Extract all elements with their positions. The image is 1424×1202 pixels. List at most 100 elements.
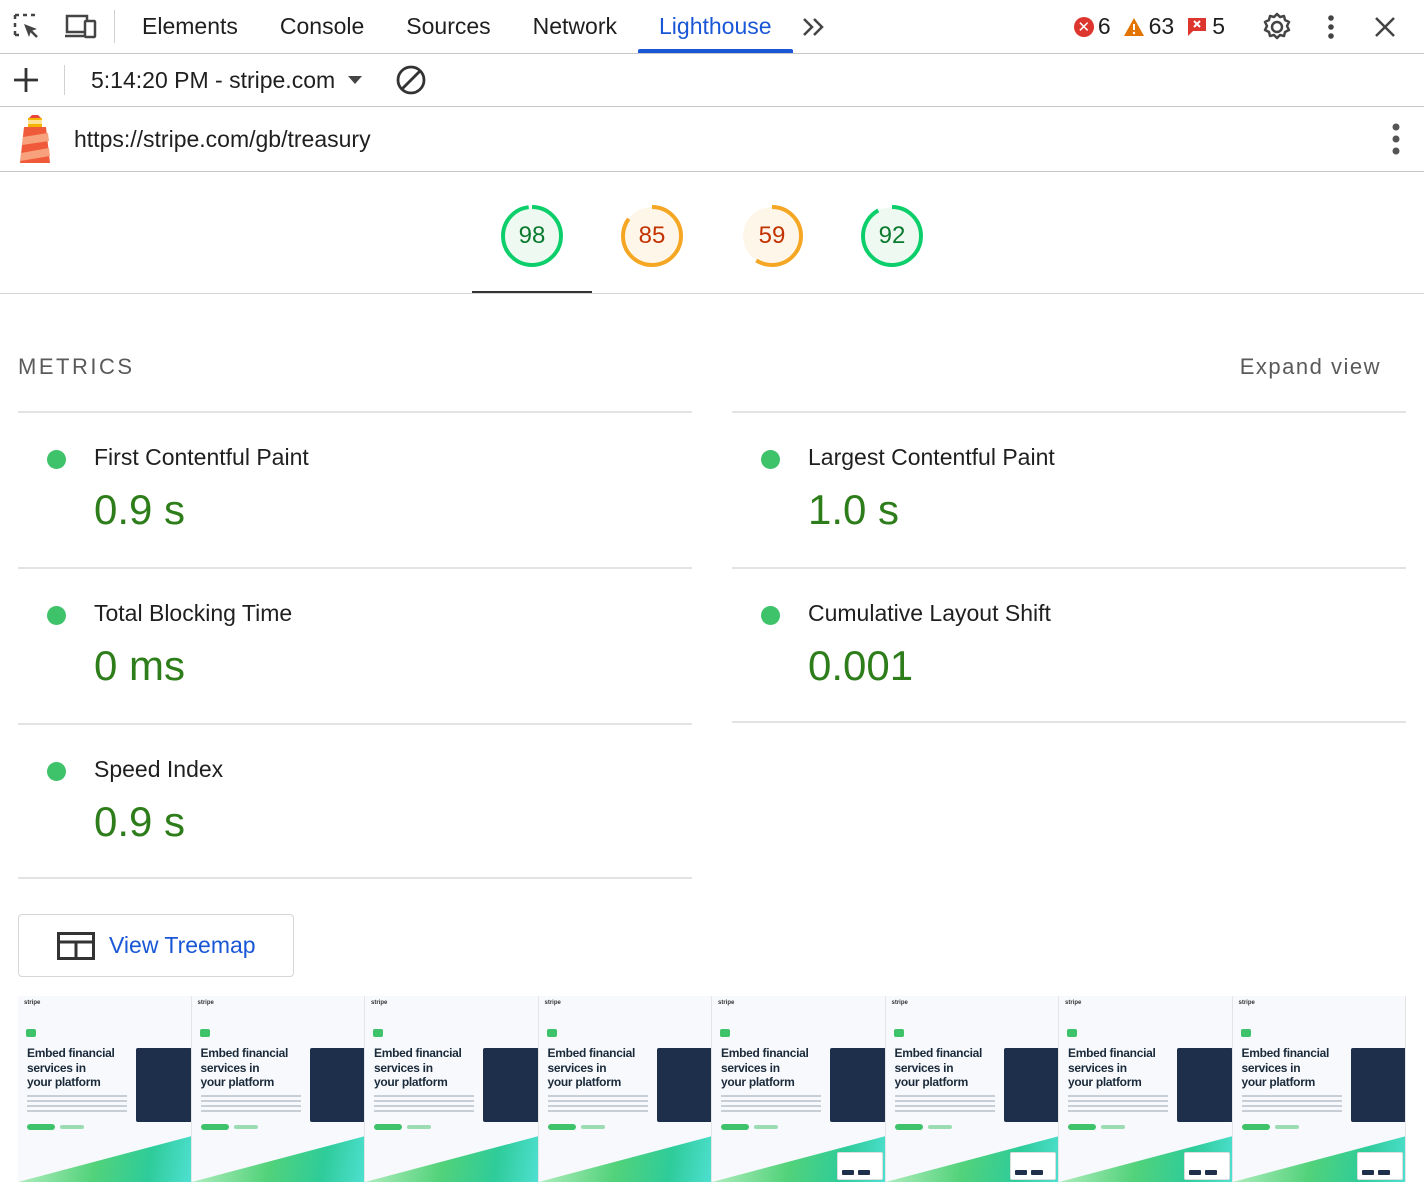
metric-largest-contentful-paint: Largest Contentful Paint 1.0 s <box>732 411 1406 567</box>
frame-link <box>754 1125 778 1129</box>
close-icon[interactable] <box>1358 0 1412 54</box>
inspect-element-icon[interactable] <box>0 0 54 54</box>
frame-nav: stripe <box>544 1000 561 1006</box>
tab-lighthouse[interactable]: Lighthouse <box>638 0 793 53</box>
frame-nav: stripe <box>1238 1000 1255 1006</box>
expand-view-toggle[interactable]: Expand view <box>1240 354 1381 380</box>
more-tabs-icon[interactable] <box>793 0 835 53</box>
frame-link <box>1101 1125 1125 1129</box>
tab-elements[interactable]: Elements <box>121 0 259 53</box>
frame-link <box>1274 1125 1299 1129</box>
frame-tag <box>893 1029 904 1037</box>
divider <box>732 721 1406 723</box>
pass-dot-icon <box>47 606 66 625</box>
frame-link <box>580 1125 605 1129</box>
frame-gradient <box>191 1136 365 1182</box>
metric-total-blocking-time: Total Blocking Time 0 ms <box>18 567 692 723</box>
gauge-score: 92 <box>878 222 906 249</box>
tab-console[interactable]: Console <box>259 0 385 53</box>
filmstrip-frame: stripe Embed financial services in your pla… <box>712 996 886 1182</box>
treemap-icon <box>57 931 95 960</box>
report-url-bar: https://stripe.com/gb/treasury <box>0 107 1424 172</box>
frame-headline: Embed financial services in your platform <box>1068 1046 1156 1089</box>
frame-paragraph <box>547 1095 648 1115</box>
lighthouse-toolbar: 5:14:20 PM - stripe.com <box>0 54 1424 107</box>
frame-button <box>374 1124 402 1130</box>
report-url: https://stripe.com/gb/treasury <box>74 125 371 152</box>
frame-code-panel <box>656 1048 712 1122</box>
frame-tag <box>373 1029 383 1037</box>
metric-label: Speed Index <box>94 756 224 782</box>
issues-badge[interactable]: 5 <box>1186 13 1225 40</box>
toolbar-divider <box>114 10 115 43</box>
clear-reports-icon[interactable] <box>393 62 429 98</box>
frame-paragraph <box>374 1095 474 1115</box>
warnings-badge[interactable]: 63 <box>1123 13 1174 40</box>
report-selector[interactable]: 5:14:20 PM - stripe.com <box>77 67 377 94</box>
frame-gradient <box>365 1136 538 1182</box>
report-menu-icon[interactable] <box>1368 107 1424 171</box>
report-selector-label: 5:14:20 PM - stripe.com <box>91 66 336 93</box>
frame-gradient <box>538 1136 712 1182</box>
frame-code-panel <box>1003 1048 1059 1122</box>
metric-label: First Contentful Paint <box>94 444 309 470</box>
devtools-tabbar: Elements Console Sources Network Lightho… <box>0 0 1424 54</box>
filmstrip-frame: stripe Embed financial services in your pla… <box>1232 996 1406 1182</box>
filmstrip-frame: stripe Embed financial services in your pla… <box>191 996 365 1182</box>
gauge-best-practices[interactable]: 59 <box>738 202 806 270</box>
frame-paragraph <box>200 1095 301 1115</box>
frame-gradient <box>18 1136 191 1182</box>
dropdown-caret-icon <box>348 76 363 84</box>
gauge-score: 59 <box>758 222 786 249</box>
metric-value: 0.001 <box>808 642 914 689</box>
frame-cookie-banner <box>836 1152 883 1180</box>
frame-link <box>927 1125 952 1129</box>
frame-link <box>233 1125 258 1129</box>
frame-tag <box>720 1029 730 1037</box>
frame-code-panel <box>309 1048 365 1122</box>
frame-button <box>894 1124 923 1130</box>
view-treemap-button[interactable]: View Treemap <box>18 914 294 977</box>
filmstrip-frame: stripe Embed financial services in your pla… <box>538 996 712 1182</box>
view-treemap-label: View Treemap <box>109 932 256 958</box>
metric-value: 0.9 s <box>94 798 186 845</box>
metrics-header: METRICS Expand view <box>18 354 1406 380</box>
metric-label: Largest Contentful Paint <box>808 444 1055 470</box>
metric-cumulative-layout-shift: Cumulative Layout Shift 0.001 <box>732 567 1406 723</box>
tab-sources[interactable]: Sources <box>385 0 511 53</box>
errors-count: 6 <box>1097 13 1111 39</box>
pass-dot-icon <box>47 762 66 781</box>
metric-first-contentful-paint: First Contentful Paint 0.9 s <box>18 411 692 567</box>
frame-headline: Embed financial services in your platform <box>27 1046 115 1089</box>
frame-code-panel <box>1177 1048 1232 1122</box>
frame-nav: stripe <box>24 1000 41 1006</box>
frame-code-panel <box>1350 1048 1406 1122</box>
warning-icon <box>1123 17 1144 36</box>
issues-count: 5 <box>1212 13 1225 39</box>
device-toolbar-icon[interactable] <box>54 0 108 54</box>
more-options-icon[interactable] <box>1304 0 1358 54</box>
errors-badge[interactable]: ✕ 6 <box>1073 13 1111 40</box>
frame-headline: Embed financial services in your platform <box>200 1046 289 1089</box>
frame-tag <box>1240 1029 1251 1037</box>
pass-dot-icon <box>761 450 780 469</box>
tab-network[interactable]: Network <box>512 0 638 53</box>
issue-flag-icon <box>1188 17 1207 36</box>
frame-button <box>721 1124 749 1130</box>
frame-tag <box>546 1029 557 1037</box>
frame-button <box>1241 1124 1270 1130</box>
frame-cookie-banner <box>1357 1152 1403 1180</box>
error-icon: ✕ <box>1073 16 1094 37</box>
gauge-performance[interactable]: 98 <box>498 202 566 270</box>
settings-gear-icon[interactable] <box>1250 0 1304 54</box>
new-report-plus-icon[interactable] <box>0 54 52 106</box>
frame-button <box>27 1124 55 1130</box>
filmstrip-frame: stripe Embed financial services in your pla… <box>365 996 539 1182</box>
frame-headline: Embed financial services in your platform <box>721 1046 809 1089</box>
gauge-accessibility[interactable]: 85 <box>618 202 686 270</box>
frame-headline: Embed financial services in your platform <box>374 1046 462 1089</box>
metric-value: 1.0 s <box>808 486 900 533</box>
metric-speed-index: Speed Index 0.9 s <box>18 723 692 879</box>
gauge-seo[interactable]: 92 <box>858 202 926 270</box>
frame-link <box>407 1125 431 1129</box>
